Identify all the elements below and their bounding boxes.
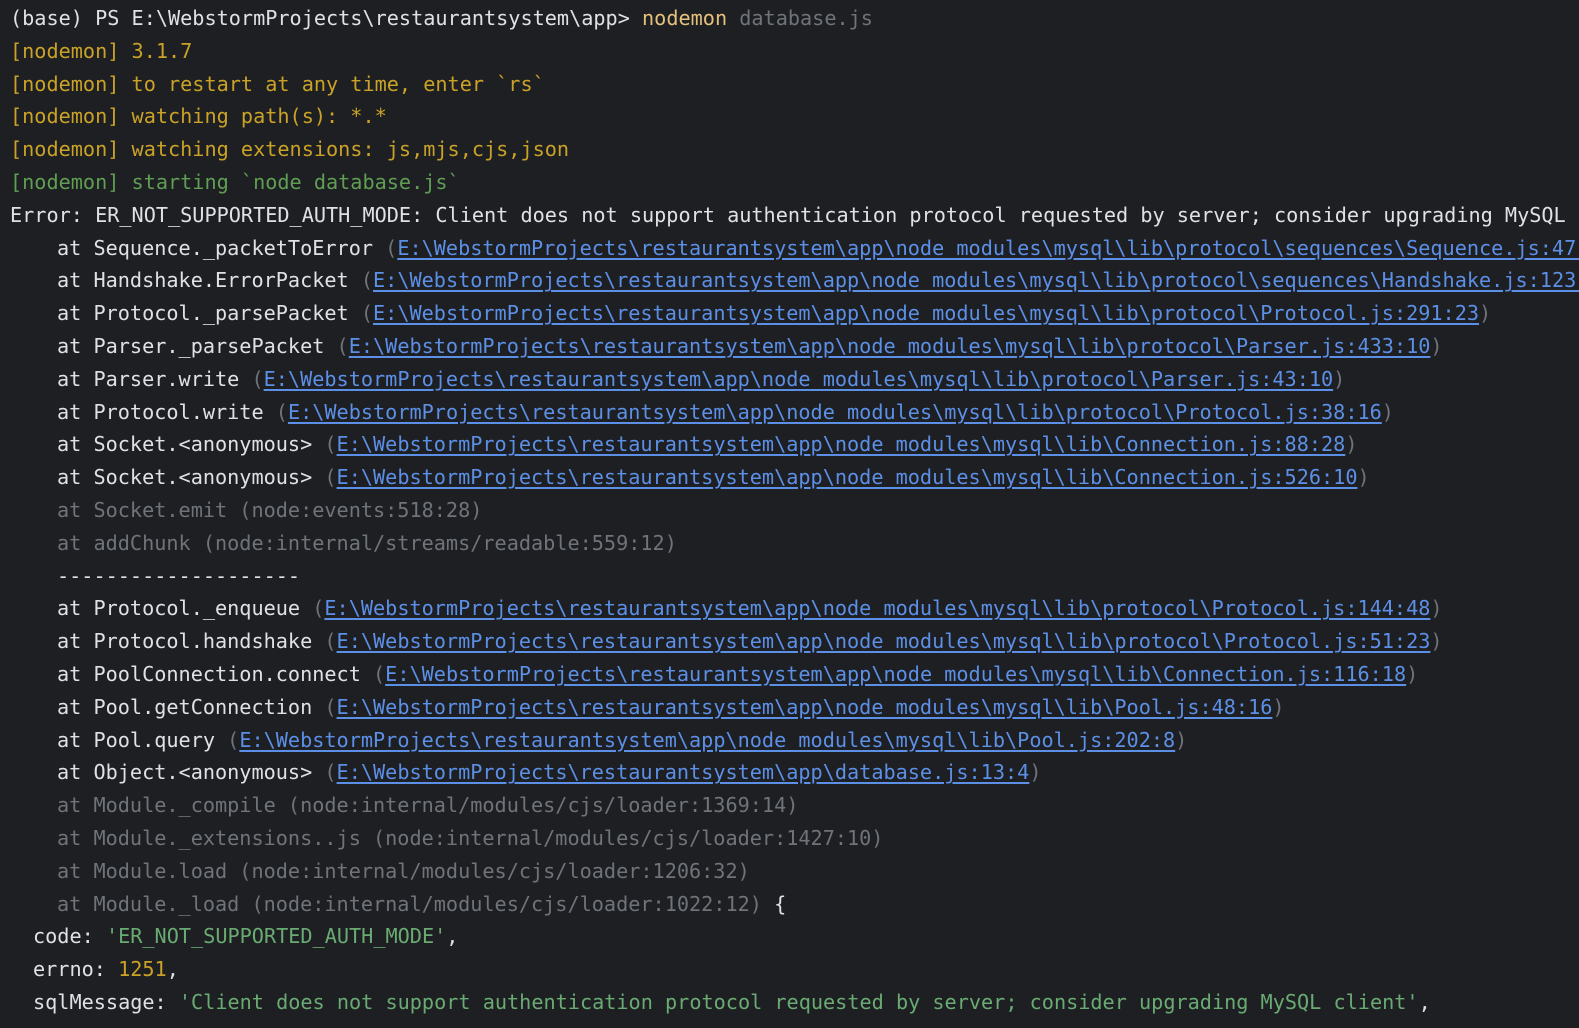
prompt-args: database.js	[727, 6, 873, 30]
stack-frame-link[interactable]: E:\WebstormProjects\restaurantsystem\app…	[337, 629, 1431, 653]
internal-stack-frame: at Module._extensions..js (node:internal…	[57, 825, 884, 850]
stack-frame-link[interactable]: E:\WebstormProjects\restaurantsystem\app…	[385, 662, 1406, 686]
internal-stack-frame: at addChunk (node:internal/streams/reada…	[57, 530, 677, 555]
stack-frame-link[interactable]: E:\WebstormProjects\restaurantsystem\app…	[337, 760, 1030, 784]
stack-frame: at Sequence._packetToError (E:\WebstormP…	[0, 232, 1579, 265]
internal-stack-frame: at Module._compile (node:internal/module…	[57, 793, 799, 818]
stack-separator: --------------------	[57, 563, 301, 588]
stack-frame: at Parser.write (E:\WebstormProjects\res…	[57, 366, 1346, 391]
stack-frame-link[interactable]: E:\WebstormProjects\restaurantsystem\app…	[337, 432, 1346, 456]
error-prop-code: code: 'ER_NOT_SUPPORTED_AUTH_MODE',	[33, 924, 459, 949]
stack-frame-link[interactable]: E:\WebstormProjects\restaurantsystem\app…	[239, 728, 1175, 752]
stack-frame: at Protocol._enqueue (E:\WebstormProject…	[57, 596, 1443, 621]
stack-frame: at Protocol.write (E:\WebstormProjects\r…	[57, 399, 1394, 424]
nodemon-start-line: [nodemon] starting `node database.js`	[10, 169, 460, 194]
prompt-command: nodemon	[642, 6, 728, 30]
stack-frame-link[interactable]: E:\WebstormProjects\restaurantsystem\app…	[373, 268, 1579, 292]
error-message-line: Error: ER_NOT_SUPPORTED_AUTH_MODE: Clien…	[10, 202, 1579, 227]
stack-frame-link[interactable]: E:\WebstormProjects\restaurantsystem\app…	[288, 400, 1382, 424]
terminal-output[interactable]: (base) PS E:\WebstormProjects\restaurant…	[0, 0, 1579, 1028]
stack-frame-link[interactable]: E:\WebstormProjects\restaurantsystem\app…	[373, 301, 1479, 325]
nodemon-watch-ext-line: [nodemon] watching extensions: js,mjs,cj…	[10, 137, 570, 162]
stack-frame: at Handshake.ErrorPacket (E:\WebstormPro…	[0, 264, 1579, 297]
stack-frame: at PoolConnection.connect (E:\WebstormPr…	[57, 661, 1419, 686]
stack-frame: at Parser._parsePacket (E:\WebstormProje…	[57, 333, 1443, 358]
error-prop-sqlmessage: sqlMessage: 'Client does not support aut…	[33, 989, 1431, 1014]
internal-stack-frame: at Socket.emit (node:events:518:28)	[57, 497, 483, 522]
internal-stack-frame-last: at Module._load (node:internal/modules/c…	[57, 891, 787, 916]
nodemon-watch-paths-line: [nodemon] watching path(s): *.*	[10, 104, 387, 129]
stack-frame: at Object.<anonymous> (E:\WebstormProjec…	[57, 760, 1042, 785]
internal-stack-frame: at Module.load (node:internal/modules/cj…	[57, 858, 750, 883]
error-prop-errno: errno: 1251,	[33, 957, 179, 982]
prompt-line: (base) PS E:\WebstormProjects\restaurant…	[0, 2, 1579, 35]
stack-frame-link[interactable]: E:\WebstormProjects\restaurantsystem\app…	[324, 596, 1430, 620]
nodemon-restart-hint-line: [nodemon] to restart at any time, enter …	[10, 71, 545, 96]
stack-frame: at Pool.getConnection (E:\WebstormProjec…	[57, 694, 1285, 719]
stack-frame: at Socket.<anonymous> (E:\WebstormProjec…	[57, 465, 1370, 490]
stack-frame: at Pool.query (E:\WebstormProjects\resta…	[57, 727, 1188, 752]
stack-frame-link[interactable]: E:\WebstormProjects\restaurantsystem\app…	[349, 334, 1431, 358]
object-open-brace: {	[761, 891, 787, 916]
stack-frame: at Socket.<anonymous> (E:\WebstormProjec…	[57, 432, 1358, 457]
stack-frame-link[interactable]: E:\WebstormProjects\restaurantsystem\app…	[397, 236, 1579, 260]
stack-frame-link[interactable]: E:\WebstormProjects\restaurantsystem\app…	[264, 367, 1334, 391]
prompt-path: (base) PS E:\WebstormProjects\restaurant…	[10, 6, 643, 30]
nodemon-version-line: [nodemon] 3.1.7	[10, 38, 193, 63]
stack-frame: at Protocol.handshake (E:\WebstormProjec…	[57, 629, 1443, 654]
stack-frame-link[interactable]: E:\WebstormProjects\restaurantsystem\app…	[337, 695, 1273, 719]
stack-frame: at Protocol._parsePacket (E:\WebstormPro…	[57, 301, 1492, 326]
stack-frame-link[interactable]: E:\WebstormProjects\restaurantsystem\app…	[337, 465, 1358, 489]
